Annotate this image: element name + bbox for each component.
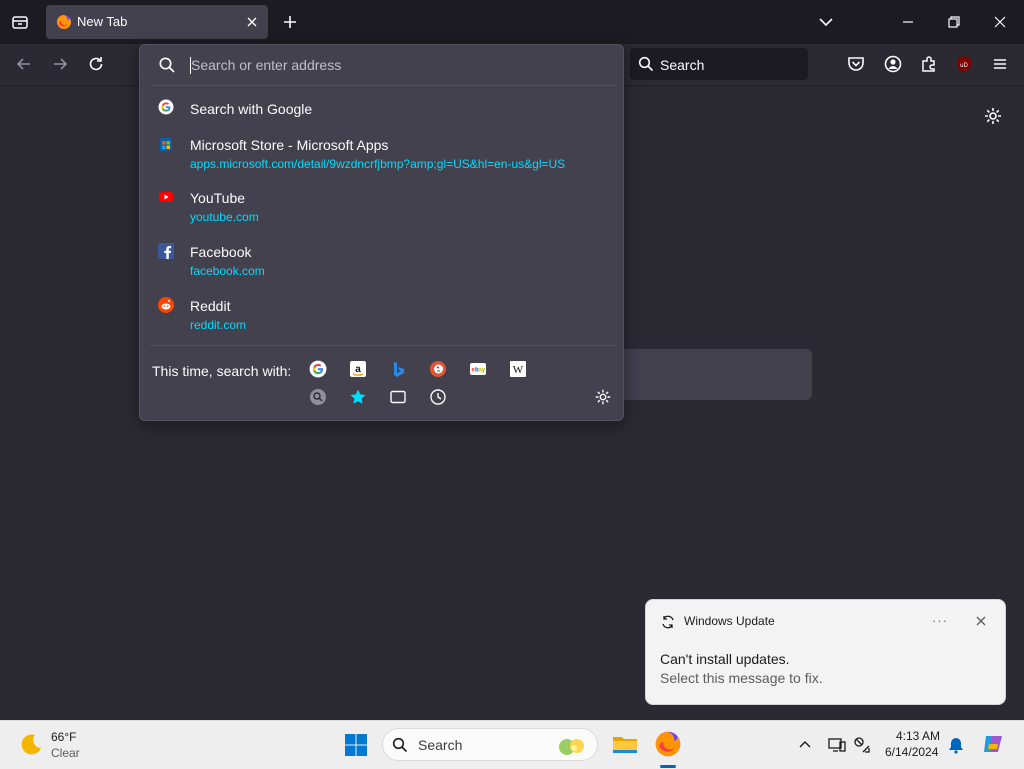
facebook-icon <box>158 243 174 259</box>
google-engine-icon[interactable] <box>309 360 327 378</box>
weather-temperature: 66°F <box>51 730 77 744</box>
microsoft-store-icon <box>158 136 174 152</box>
close-icon[interactable] <box>244 14 260 30</box>
network-icon[interactable] <box>853 736 871 754</box>
notification-message: Select this message to fix. <box>660 670 823 686</box>
more-options-button[interactable]: ··· <box>932 613 948 628</box>
result-url: youtube.com <box>190 210 259 224</box>
svg-text:a: a <box>355 364 361 375</box>
restore-icon[interactable] <box>944 12 964 32</box>
back-icon[interactable] <box>14 54 34 74</box>
copilot-icon[interactable] <box>981 732 1005 756</box>
oneoff-label: This time, search with: <box>152 363 292 379</box>
notification-title: Can't install updates. <box>660 651 790 667</box>
sync-icon <box>660 614 676 630</box>
newtab-search-box[interactable] <box>600 349 812 400</box>
gear-icon[interactable] <box>983 106 1003 126</box>
windows-start-icon[interactable] <box>344 733 368 757</box>
result-title: YouTube <box>190 190 246 206</box>
account-icon[interactable] <box>883 54 903 74</box>
divider <box>150 85 615 86</box>
window-close-icon[interactable] <box>990 12 1010 32</box>
amazon-engine-icon[interactable]: a <box>349 360 367 378</box>
plus-icon[interactable] <box>280 12 300 32</box>
duckduckgo-engine-icon[interactable] <box>429 360 447 378</box>
ublock-icon[interactable]: uD <box>954 54 974 74</box>
tab-list-icon[interactable] <box>8 10 32 34</box>
taskbar-search-box[interactable]: Search <box>382 728 598 761</box>
reload-icon[interactable] <box>86 54 106 74</box>
file-explorer-icon[interactable] <box>611 730 639 758</box>
toolbar-search-placeholder: Search <box>660 57 705 73</box>
result-facebook[interactable]: Facebook facebook.com <box>150 240 613 280</box>
notification-bell-icon[interactable] <box>947 736 965 754</box>
weather-condition: Clear <box>51 746 80 760</box>
divider <box>150 345 615 346</box>
active-tab[interactable]: New Tab <box>46 5 268 39</box>
chevron-up-icon[interactable] <box>796 736 814 754</box>
result-url: facebook.com <box>190 264 265 278</box>
svg-text:W: W <box>513 364 524 376</box>
clock-time[interactable]: 4:13 AM <box>896 729 940 743</box>
result-youtube[interactable]: YouTube youtube.com <box>150 186 613 226</box>
extensions-icon[interactable] <box>919 54 939 74</box>
search-icon <box>392 737 408 753</box>
result-url: apps.microsoft.com/detail/9wzdncrfjbmp?a… <box>190 157 566 171</box>
firefox-taskbar-icon[interactable] <box>654 730 682 758</box>
firefox-icon <box>56 14 72 30</box>
tab-title: New Tab <box>77 14 128 29</box>
result-title: Search with Google <box>190 101 313 117</box>
result-url: reddit.com <box>190 318 247 332</box>
pocket-icon[interactable] <box>846 54 866 74</box>
result-title: Reddit <box>190 298 231 314</box>
search-icon <box>158 56 176 74</box>
taskbar-search-label: Search <box>418 737 463 753</box>
result-title: Facebook <box>190 244 252 260</box>
toolbar-search-input[interactable]: Search <box>630 48 808 80</box>
tabs-icon[interactable] <box>389 388 407 406</box>
result-microsoft-store[interactable]: Microsoft Store - Microsoft Apps apps.mi… <box>150 133 613 173</box>
search-icon <box>638 56 654 72</box>
notification-app-name: Windows Update <box>684 614 775 628</box>
address-bar-placeholder: Search or enter address <box>191 57 342 73</box>
search-mode-icon[interactable] <box>309 388 327 406</box>
svg-text:uD: uD <box>960 63 968 69</box>
wikipedia-engine-icon[interactable]: W <box>509 360 527 378</box>
forward-icon[interactable] <box>50 54 70 74</box>
bookmarks-star-icon[interactable] <box>349 388 367 406</box>
result-title: Microsoft Store - Microsoft Apps <box>190 137 389 153</box>
address-bar-input[interactable]: Search or enter address <box>140 45 623 85</box>
tab-strip: New Tab <box>0 0 1024 44</box>
google-icon <box>158 99 174 115</box>
minimize-icon[interactable] <box>898 12 918 32</box>
result-search-with-google[interactable]: Search with Google <box>150 97 613 123</box>
reddit-icon <box>158 297 174 313</box>
clock-date[interactable]: 6/14/2024 <box>885 745 938 759</box>
gear-icon[interactable] <box>594 388 612 406</box>
display-icon[interactable] <box>828 736 846 754</box>
windows-update-notification[interactable]: Windows Update ··· Can't install updates… <box>645 599 1006 705</box>
bing-engine-icon[interactable] <box>389 360 407 378</box>
youtube-icon <box>158 189 174 205</box>
chevron-down-icon[interactable] <box>816 12 836 32</box>
menu-icon[interactable] <box>990 54 1010 74</box>
ebay-engine-icon[interactable]: ebay <box>469 360 487 378</box>
search-highlight-icon <box>555 733 591 757</box>
result-reddit[interactable]: Reddit reddit.com <box>150 294 613 334</box>
close-icon[interactable] <box>974 614 988 628</box>
history-icon[interactable] <box>429 388 447 406</box>
urlbar-dropdown: Search or enter address Search with Goog… <box>139 44 624 421</box>
taskbar: 66°F Clear Search 4:13 AM 6/14/2024 <box>0 720 1024 769</box>
moon-icon[interactable] <box>18 731 44 757</box>
